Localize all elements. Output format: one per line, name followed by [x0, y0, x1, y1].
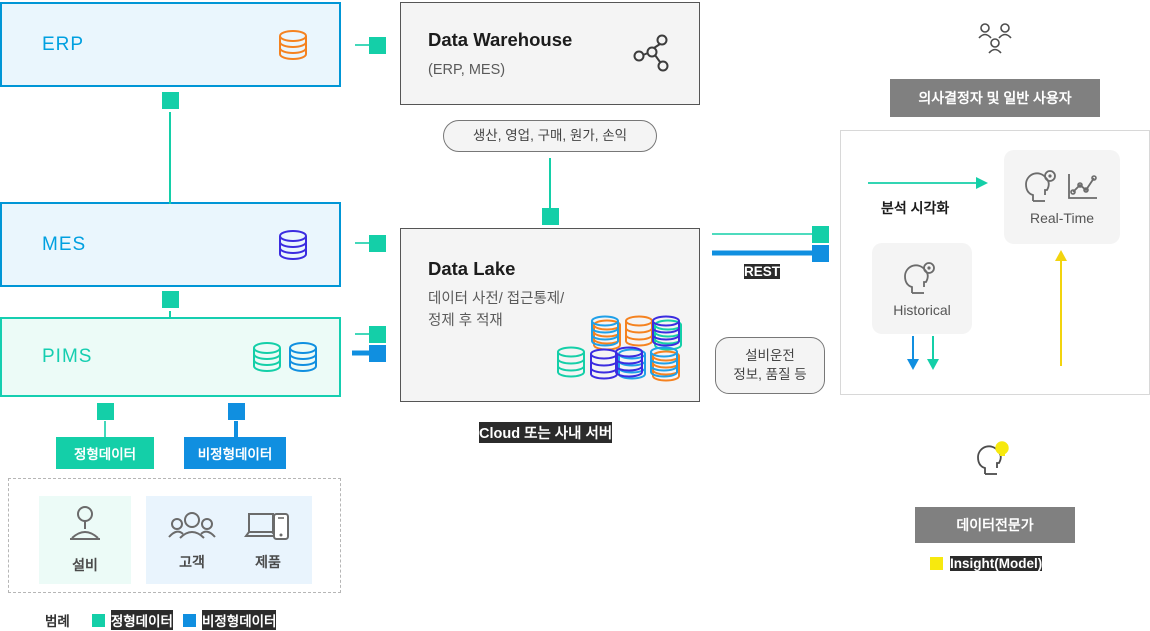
- legend: 범례 정형데이터 비정형데이터: [45, 610, 277, 630]
- equipment-data-note-line2: 정보, 품질 등: [733, 366, 807, 382]
- people-icon: [167, 508, 217, 544]
- domain-card-product[interactable]: 제품: [244, 508, 291, 572]
- category-unstructured-button[interactable]: 비정형데이터: [184, 437, 286, 469]
- source-system-mes[interactable]: MES: [0, 202, 341, 287]
- brain-icon: [902, 260, 942, 298]
- domain-card-equipment-label: 설비: [72, 557, 98, 573]
- legend-item-unstructured: 비정형데이터: [182, 610, 277, 630]
- arrows-historical-output: [907, 336, 939, 370]
- database-icon: [275, 227, 311, 263]
- rest-label: REST: [744, 264, 781, 279]
- double-database-icon: [251, 339, 319, 375]
- category-unstructured-label: 비정형데이터: [197, 447, 273, 462]
- source-system-pims[interactable]: PIMS: [0, 317, 341, 397]
- analytic-card-realtime-label: Real-Time: [1029, 210, 1095, 226]
- legend-swatch-structured: [91, 613, 105, 627]
- data-warehouse-title: Data Warehouse: [428, 29, 573, 50]
- warehouse-scope-note-label: 생산, 영업, 구매, 원가, 손익: [472, 127, 628, 143]
- source-system-erp[interactable]: ERP: [0, 2, 341, 87]
- stage-data-warehouse[interactable]: Data Warehouse (ERP, MES): [400, 2, 700, 105]
- consumer-chip-expert[interactable]: 데이터전문가: [915, 507, 1075, 543]
- data-lake-title: Data Lake: [428, 258, 516, 279]
- arrow-pims-unstructured-to-lake: [352, 345, 386, 362]
- insight-legend: Insight(Model): [930, 556, 1043, 571]
- domain-card-customer-label: 고객: [179, 554, 205, 570]
- arrow-pims-to-mes: [162, 291, 179, 319]
- source-system-mes-label: MES: [42, 233, 87, 255]
- database-cluster-icon: [556, 315, 682, 387]
- category-structured-label: 정형데이터: [73, 447, 137, 462]
- brain-bulb-icon: [975, 440, 1017, 480]
- arrow-insight-to-realtime: [1055, 250, 1067, 366]
- domain-card-product-label: 제품: [255, 554, 281, 570]
- brain-chart-icon: [1023, 168, 1101, 206]
- consumer-chip-expert-label: 데이터전문가: [956, 517, 1034, 533]
- legend-title: 범례: [45, 614, 70, 629]
- source-system-erp-label: ERP: [42, 33, 85, 55]
- connector-unstructured: [228, 403, 245, 441]
- share-nodes-icon: [631, 33, 673, 75]
- consumer-chip-users-label: 의사결정자 및 일반 사용자: [918, 90, 1072, 106]
- domain-card-group-customer-product: 고객 제품: [146, 496, 312, 584]
- arrow-pims-structured-to-lake: [355, 326, 386, 343]
- equipment-data-note: 설비운전 정보, 품질 등: [715, 337, 825, 394]
- people-group-icon: [975, 20, 1017, 64]
- diagram-canvas: ERP MES PIMS 정형데이터 비정형데이터 설비 고객 제품 범례 정형…: [0, 0, 1150, 631]
- equipment-icon: [64, 505, 106, 545]
- devices-icon: [244, 508, 291, 544]
- data-warehouse-subtitle: (ERP, MES): [428, 62, 506, 78]
- domain-group: 설비 고객 제품: [8, 478, 341, 593]
- stage-data-lake[interactable]: Data Lake 데이터 사전/ 접근통제/ 정제 후 적재: [400, 228, 700, 402]
- connector-rest-structured: [712, 226, 829, 262]
- arrow-mes-to-lake: [355, 235, 386, 252]
- analytic-card-realtime[interactable]: Real-Time: [1004, 150, 1120, 244]
- legend-label-unstructured: 비정형데이터: [201, 610, 277, 630]
- warehouse-scope-note: 생산, 영업, 구매, 원가, 손익: [443, 120, 657, 152]
- arrow-warehouse-to-lake: [542, 158, 559, 225]
- insight-legend-swatch: [930, 557, 943, 570]
- data-lake-subtitle-2: 정제 후 적재: [428, 313, 503, 329]
- database-icon: [275, 27, 311, 63]
- analytic-card-historical[interactable]: Historical: [872, 243, 972, 334]
- domain-card-equipment[interactable]: 설비: [39, 496, 131, 584]
- equipment-data-note-line1: 설비운전: [745, 348, 795, 364]
- analytic-card-historical-label: Historical: [893, 301, 951, 318]
- domain-card-customer[interactable]: 고객: [167, 508, 217, 572]
- insight-legend-label: Insight(Model): [950, 556, 1043, 571]
- arrow-mes-to-erp: [162, 92, 179, 204]
- source-system-pims-label: PIMS: [42, 346, 93, 367]
- data-lake-subtitle-1: 데이터 사전/ 접근통제/: [428, 291, 565, 307]
- legend-label-structured: 정형데이터: [110, 610, 173, 630]
- consumer-chip-users[interactable]: 의사결정자 및 일반 사용자: [890, 79, 1100, 117]
- data-lake-caption: Cloud 또는 사내 서버: [479, 422, 613, 443]
- visualization-label: 분석 시각화: [881, 200, 950, 216]
- legend-swatch-unstructured: [182, 613, 196, 627]
- connector-structured: [97, 403, 114, 441]
- legend-item-structured: 정형데이터: [91, 610, 173, 630]
- category-structured-button[interactable]: 정형데이터: [56, 437, 154, 469]
- arrow-visualization: [868, 177, 988, 189]
- arrow-erp-to-warehouse: [355, 37, 386, 54]
